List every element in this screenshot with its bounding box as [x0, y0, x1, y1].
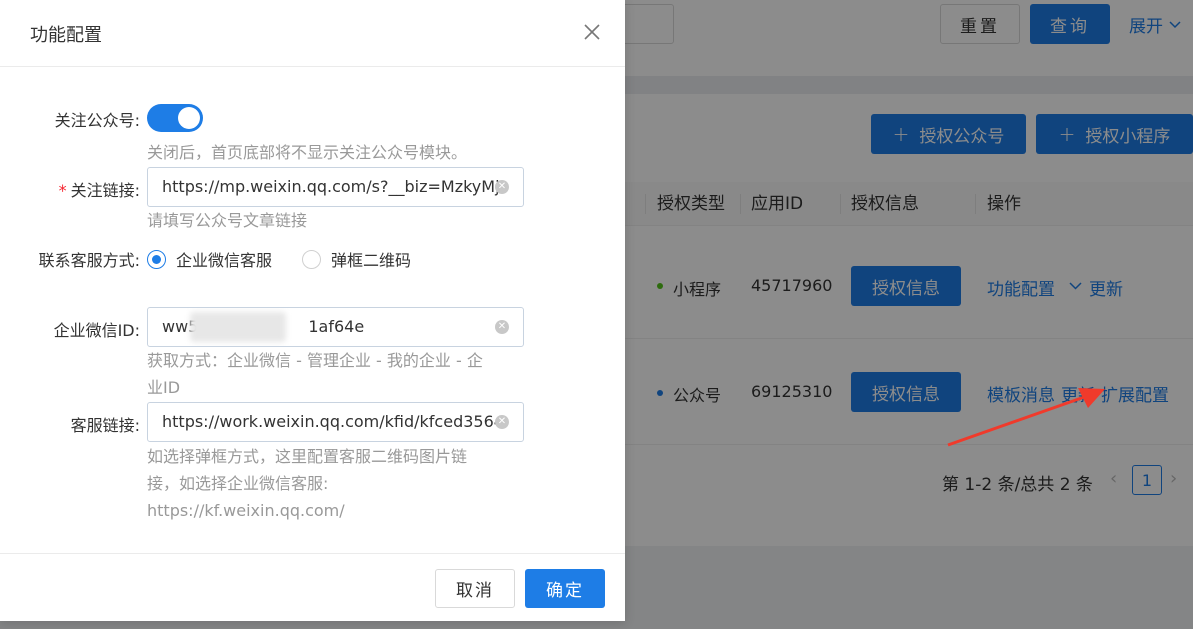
service-link-hint-line2: 接，如选择企业微信客服:	[147, 474, 329, 493]
redaction-blur	[190, 312, 286, 342]
modal-title: 功能配置	[30, 25, 102, 46]
contact-method-label: 联系客服方式:	[38, 251, 140, 270]
cancel-button[interactable]: 取消	[435, 569, 515, 608]
radio-popup-qrcode[interactable]: 弹框二维码	[302, 247, 411, 271]
confirm-button[interactable]: 确定	[525, 569, 605, 608]
service-link-value: https://work.weixin.qq.com/kfid/kfced356…	[162, 412, 504, 431]
service-link-input[interactable]: https://work.weixin.qq.com/kfid/kfced356…	[147, 402, 524, 442]
modal-footer: 取消 确定	[0, 553, 625, 621]
wecom-id-input[interactable]: ww5 1af64e ✕	[147, 307, 524, 347]
function-config-modal: 功能配置 关注公众号: 关闭后，首页底部将不显示关注公众号模块。 * 关注链接: …	[0, 0, 625, 621]
wecom-id-hint-line1: 获取方式：企业微信 - 管理企业 - 我的企业 - 企	[147, 351, 483, 370]
wecom-id-value-suffix: 1af64e	[308, 317, 365, 336]
follow-link-input[interactable]: https://mp.weixin.qq.com/s?__biz=MzkyMj …	[147, 167, 524, 207]
follow-official-label: 关注公众号:	[54, 111, 140, 130]
follow-official-hint: 关闭后，首页底部将不显示关注公众号模块。	[147, 143, 468, 162]
follow-official-toggle[interactable]	[147, 104, 203, 132]
close-icon[interactable]	[580, 20, 604, 44]
service-link-hint-line1: 如选择弹框方式，这里配置客服二维码图片链	[147, 447, 468, 466]
radio-wecom-service[interactable]: 企业微信客服	[147, 247, 272, 271]
wecom-id-hint-line2: 业ID	[147, 378, 181, 397]
follow-link-value: https://mp.weixin.qq.com/s?__biz=MzkyMj	[162, 177, 500, 196]
radio-label: 企业微信客服	[176, 251, 273, 270]
clear-icon[interactable]: ✕	[495, 415, 509, 429]
required-mark: *	[58, 181, 67, 200]
service-link-label: 客服链接:	[70, 416, 140, 435]
follow-link-label-text: 关注链接:	[70, 181, 140, 200]
follow-link-label: * 关注链接:	[59, 177, 140, 201]
clear-icon[interactable]: ✕	[495, 320, 509, 334]
wecom-id-label: 企业微信ID:	[53, 321, 140, 340]
clear-icon[interactable]: ✕	[495, 180, 509, 194]
follow-link-hint: 请填写公众号文章链接	[147, 211, 308, 230]
radio-checked-icon	[147, 249, 166, 269]
toggle-knob	[178, 107, 200, 129]
radio-unchecked-icon	[302, 249, 321, 269]
radio-label: 弹框二维码	[331, 251, 412, 270]
service-link-hint-line3: https://kf.weixin.qq.com/	[147, 501, 345, 520]
modal-header: 功能配置	[0, 0, 625, 67]
annotation-arrow-icon	[947, 388, 1105, 447]
